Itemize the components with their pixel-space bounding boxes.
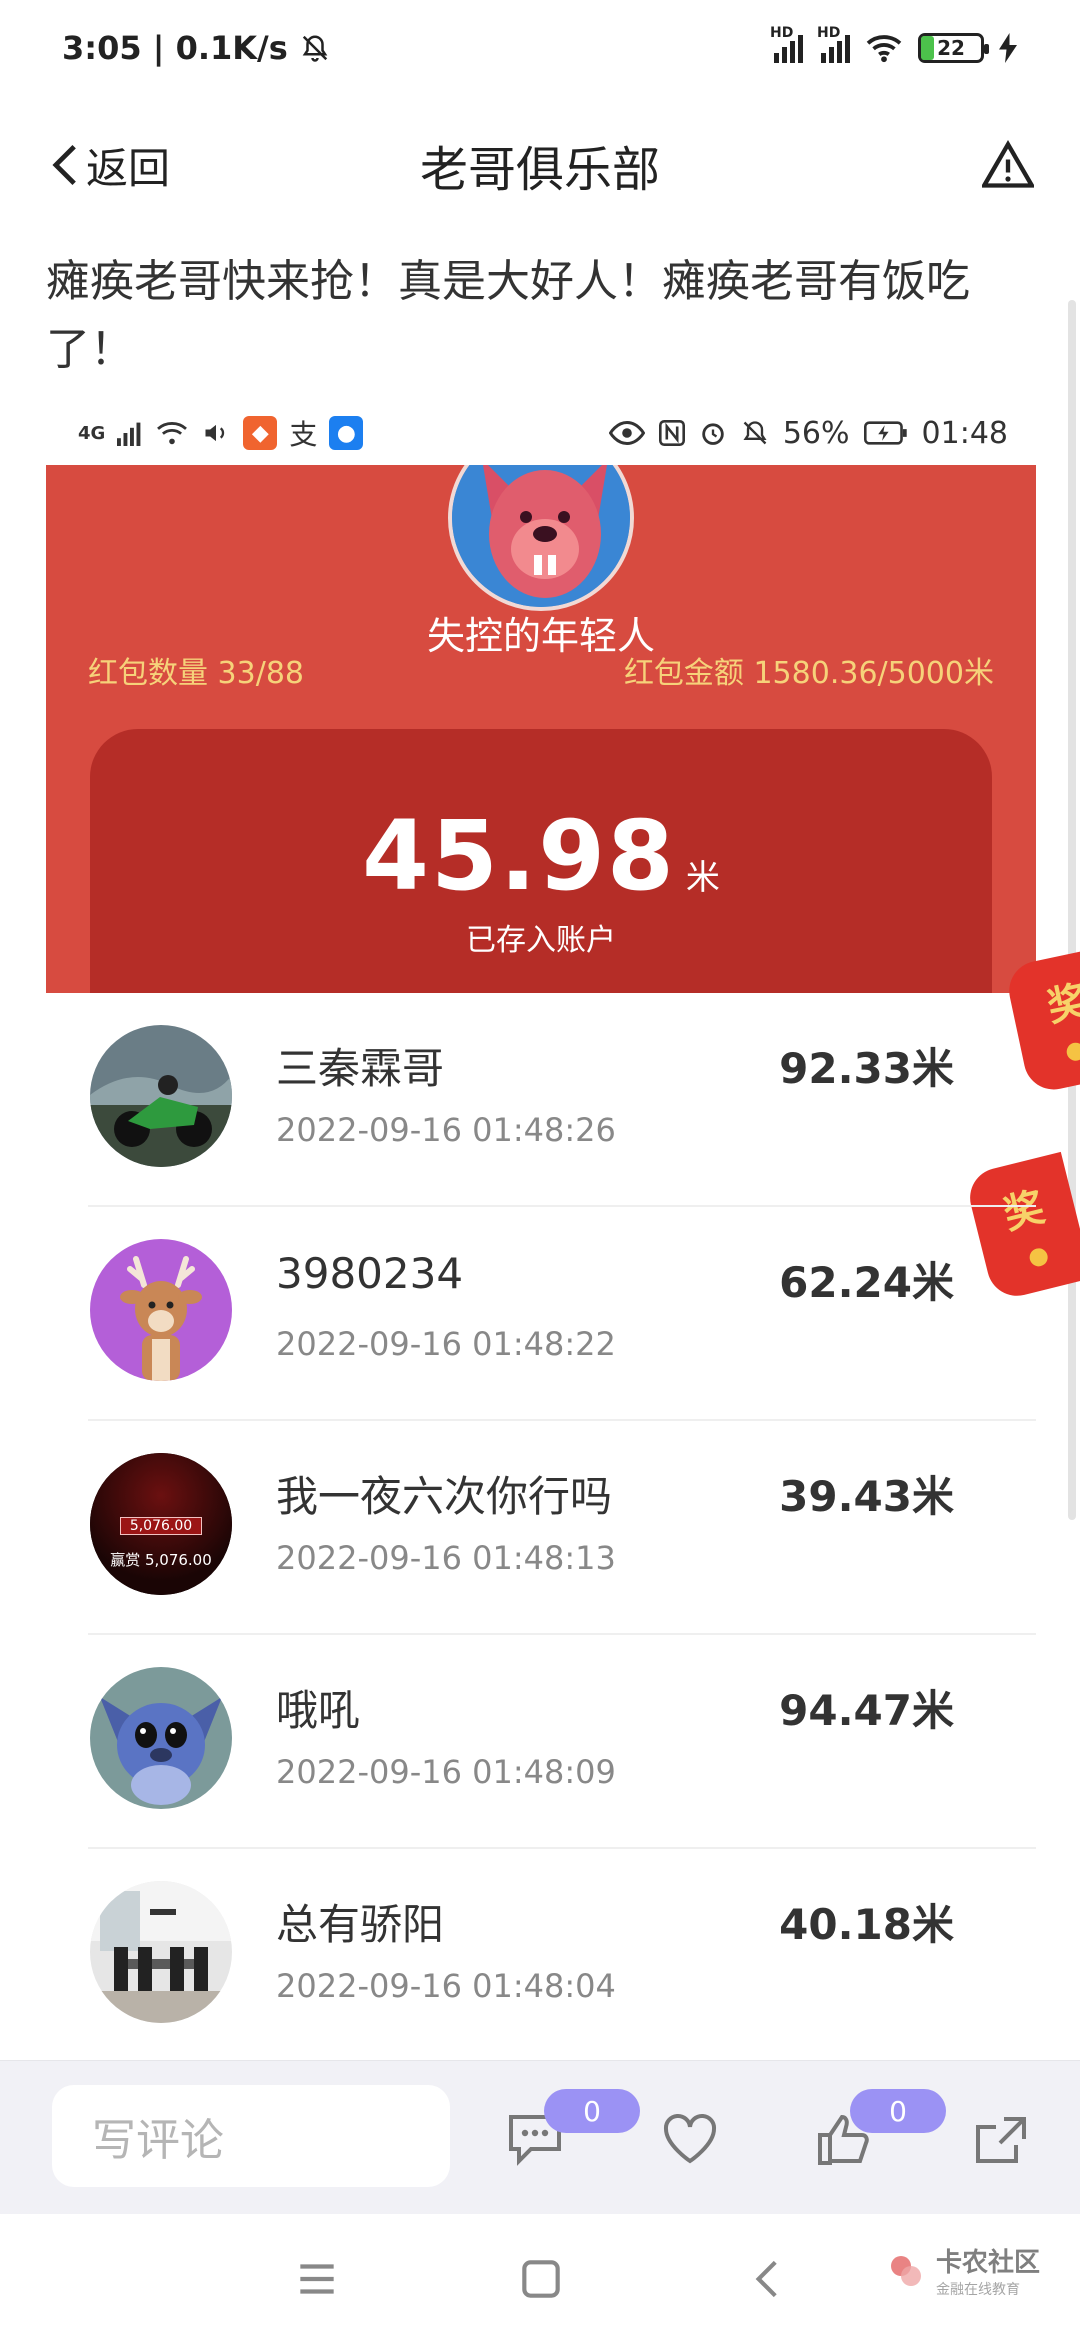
comment-input[interactable]: 写评论 (52, 2085, 450, 2187)
system-navigation-bar: 卡农社区 金融在线教育 (0, 2214, 1080, 2340)
envelope-count: 红包数量 33/88 (88, 656, 304, 691)
envelope-total-amount: 红包金额 1580.36/5000米 (623, 656, 994, 691)
battery-icon: 22 (918, 33, 989, 63)
list-item[interactable]: 3980234 2022-09-16 01:48:22 62.24米 (88, 1207, 1036, 1421)
red-envelope-panel: 失控的年轻人 红包数量 33/88 红包金额 1580.36/5000米 45.… (46, 465, 1036, 993)
record-time: 2022-09-16 01:48:26 (276, 1111, 616, 1149)
comment-toolbar: 写评论 0 0 (0, 2060, 1080, 2214)
comment-count-badge: 0 (544, 2089, 640, 2133)
record-amount: 39.43米 (779, 1472, 954, 1521)
embedded-battery-icon (863, 421, 907, 445)
list-item[interactable]: 三秦霖哥 2022-09-16 01:48:26 92.33米 (88, 993, 1036, 1207)
list-item[interactable]: 哦吼 2022-09-16 01:48:09 94.47米 (88, 1635, 1036, 1849)
record-name: 我一夜六次你行吗 (276, 1472, 613, 1521)
embedded-battery-percent: 56% (782, 415, 850, 451)
embedded-alipay-icon: 支 (289, 418, 318, 451)
share-icon[interactable] (972, 2111, 1032, 2167)
embedded-nfc-icon (658, 420, 685, 446)
signal-icon: HD (770, 25, 803, 63)
embedded-time: 01:48 (921, 415, 1008, 451)
record-name: 三秦霖哥 (276, 1044, 445, 1093)
sender-avatar (448, 465, 634, 611)
top-nav-bar: 返回 老哥俱乐部 (0, 110, 1080, 220)
post-text: 瘫痪老哥快来抢！真是大好人！瘫痪老哥有饭吃了！ (46, 256, 970, 375)
menu-icon[interactable] (292, 2254, 342, 2304)
status-left: 3:05 | 0.1K/s (62, 29, 330, 67)
embedded-status-bar: 4G ◆ 支 ● 56% 01:48 (78, 405, 1008, 461)
embedded-bulb-icon: ● (329, 416, 364, 450)
record-name: 总有骄阳 (276, 1900, 445, 1949)
embedded-app-icon-orange: ◆ (243, 416, 278, 450)
embedded-network-label: 4G (78, 422, 106, 444)
watermark-logo-icon (890, 2255, 921, 2286)
report-warning-icon[interactable] (982, 140, 1034, 192)
stitch-avatar-image (90, 1667, 232, 1809)
list-item[interactable]: 总有骄阳 2022-09-16 01:48:04 40.18米 (88, 1849, 1036, 2063)
received-amount: 45.98 米 (46, 800, 1036, 912)
wifi-icon (866, 35, 902, 63)
record-amount: 40.18米 (779, 1900, 954, 1949)
back-button[interactable]: 返回 (52, 135, 170, 196)
saved-to-account-text: 已存入账户 (466, 923, 616, 958)
chevron-left-icon (52, 144, 76, 186)
embedded-bell-off-icon (743, 421, 767, 445)
slot-avatar-text: 赢赏 5,076.00 (110, 1551, 212, 1569)
status-right: HD HD 22 (770, 25, 1018, 64)
avatar[interactable] (90, 1025, 232, 1167)
like-count-badge: 0 (850, 2089, 946, 2133)
home-icon[interactable] (516, 2254, 566, 2304)
bell-off-icon (302, 35, 328, 62)
back-nav-icon[interactable] (744, 2254, 794, 2304)
deer-avatar-image (90, 1239, 232, 1381)
record-time: 2022-09-16 01:48:09 (276, 1753, 616, 1791)
list-item[interactable]: 5,076.00 赢赏 5,076.00 我一夜六次你行吗 2022-09-16… (88, 1421, 1036, 1635)
status-bar: 3:05 | 0.1K/s HD HD 22 (0, 0, 1080, 96)
slot-avatar-text-2: 5,076.00 (120, 1517, 202, 1535)
status-time: 3:05 | 0.1K/s (62, 29, 288, 67)
record-time: 2022-09-16 01:48:22 (276, 1325, 616, 1363)
avatar[interactable] (90, 1667, 232, 1809)
watermark: 卡农社区 金融在线教育 (886, 2242, 1040, 2299)
record-amount: 62.24米 (779, 1258, 954, 1307)
back-label: 返回 (86, 143, 171, 193)
avatar[interactable]: 5,076.00 赢赏 5,076.00 (90, 1453, 232, 1595)
room-avatar-image (90, 1881, 232, 2023)
avatar[interactable] (90, 1239, 232, 1381)
received-amount-value: 45.98 (362, 800, 676, 912)
dog-avatar-image (452, 465, 630, 607)
heart-icon[interactable] (660, 2111, 720, 2167)
red-envelope-records: 三秦霖哥 2022-09-16 01:48:26 92.33米 3980234 … (0, 993, 1080, 2063)
record-time: 2022-09-16 01:48:13 (276, 1539, 616, 1577)
avatar[interactable] (90, 1881, 232, 2023)
watermark-subtitle: 金融在线教育 (935, 2282, 1020, 2298)
record-amount: 92.33米 (779, 1044, 954, 1093)
record-name: 哦吼 (276, 1686, 361, 1735)
record-name: 3980234 (276, 1249, 464, 1298)
embedded-eye-icon (608, 420, 645, 446)
record-amount: 94.47米 (779, 1686, 954, 1735)
watermark-title: 卡农社区 (935, 2248, 1040, 2278)
embedded-alarm-icon (702, 423, 724, 445)
signal-icon-2: HD (817, 25, 850, 63)
received-amount-unit: 米 (685, 858, 720, 898)
embedded-signal-icon (117, 422, 141, 446)
charging-icon (999, 33, 1017, 63)
embedded-wifi-icon (157, 422, 188, 445)
embedded-speaker-icon (205, 424, 225, 442)
motorcycle-avatar-image (90, 1025, 232, 1167)
record-time: 2022-09-16 01:48:04 (276, 1967, 616, 2005)
